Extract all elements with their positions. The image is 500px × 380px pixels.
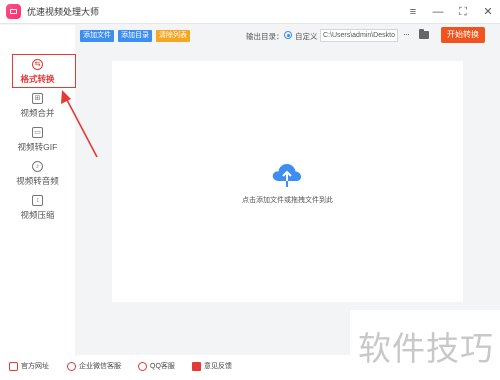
start-convert-button[interactable]: 开始转换 bbox=[441, 27, 485, 43]
sidebar-item-label: 视频合并 bbox=[20, 108, 55, 118]
window-controls: ≡ — ⛶ ✕ bbox=[407, 0, 494, 24]
footer-website-link[interactable]: 官方网址 bbox=[9, 361, 49, 371]
custom-radio[interactable] bbox=[284, 31, 292, 39]
clear-list-button[interactable]: 清除列表 bbox=[156, 30, 190, 42]
website-icon bbox=[9, 361, 18, 371]
footer-wechat-label: 企业微信客服 bbox=[79, 363, 121, 370]
watermark-text: 软件技巧 bbox=[358, 329, 494, 368]
sidebar-item-label: 视频压缩 bbox=[20, 210, 55, 220]
sidebar-item-video-to-gif[interactable]: ▭ 视频转GIF bbox=[0, 127, 75, 153]
output-dir-label: 输出目录： bbox=[246, 32, 284, 41]
add-file-button[interactable]: 添加文件 bbox=[80, 30, 114, 42]
app-logo-icon bbox=[6, 4, 21, 19]
annotation-highlight-box bbox=[12, 54, 76, 88]
title-bar: 优速视频处理大师 ≡ — ⛶ ✕ bbox=[0, 0, 500, 24]
close-icon[interactable]: ✕ bbox=[482, 0, 494, 24]
sidebar-item-video-compress[interactable]: ↕ 视频压缩 bbox=[0, 195, 75, 221]
sidebar-item-label: 视频转音频 bbox=[16, 176, 59, 186]
cloud-upload-icon bbox=[272, 164, 302, 187]
audio-icon: ♪ bbox=[32, 161, 43, 172]
output-path-field[interactable]: C:\Users\admin\Deskto bbox=[320, 29, 398, 42]
footer-qq-link[interactable]: QQ客服 bbox=[138, 361, 175, 371]
open-folder-icon[interactable] bbox=[419, 29, 429, 39]
toolbar: 添加文件 添加目录 清除列表 输出目录： 自定义 C:\Users\admin\… bbox=[75, 25, 500, 47]
footer-bar: 官方网址 企业微信客服 QQ客服 意见反馈 bbox=[0, 355, 350, 380]
compress-icon: ↕ bbox=[32, 195, 43, 206]
browse-more-button[interactable]: ··· bbox=[403, 29, 410, 39]
footer-website-label: 官方网址 bbox=[21, 363, 49, 370]
sidebar-item-video-to-audio[interactable]: ♪ 视频转音频 bbox=[0, 161, 75, 187]
merge-icon: ⊞ bbox=[32, 93, 43, 104]
file-drop-area[interactable]: 点击添加文件或拖拽文件到此 bbox=[112, 61, 463, 302]
wechat-service-icon bbox=[67, 361, 76, 371]
app-title: 优速视频处理大师 bbox=[27, 7, 100, 17]
gif-icon: ▭ bbox=[32, 127, 43, 138]
drop-hint-text: 点击添加文件或拖拽文件到此 bbox=[242, 197, 333, 204]
maximize-icon[interactable]: ⛶ bbox=[457, 0, 469, 24]
footer-wechat-service-link[interactable]: 企业微信客服 bbox=[67, 361, 121, 371]
footer-feedback-link[interactable]: 意见反馈 bbox=[192, 361, 232, 371]
feedback-icon bbox=[192, 361, 201, 371]
sidebar-item-label: 视频转GIF bbox=[17, 142, 58, 152]
minimize-icon[interactable]: — bbox=[432, 0, 444, 24]
footer-qq-label: QQ客服 bbox=[150, 363, 175, 370]
custom-radio-label: 自定义 bbox=[295, 32, 318, 41]
add-folder-button[interactable]: 添加目录 bbox=[118, 30, 152, 42]
footer-feedback-label: 意见反馈 bbox=[204, 363, 232, 370]
sidebar-item-video-merge[interactable]: ⊞ 视频合并 bbox=[0, 93, 75, 119]
menu-icon[interactable]: ≡ bbox=[407, 0, 419, 24]
qq-icon bbox=[138, 361, 147, 371]
